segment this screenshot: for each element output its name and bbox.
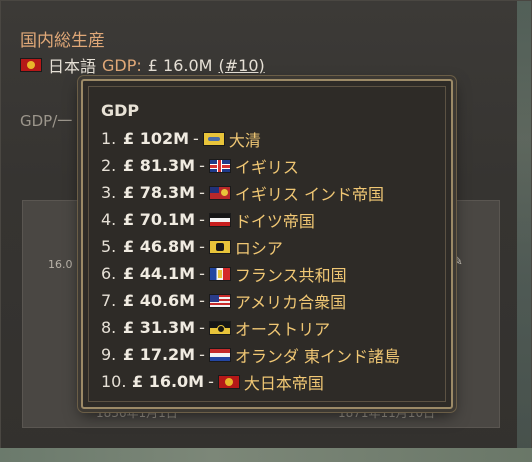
ranking-row: 9. £ 17.2M - オランダ 東インド諸島 (101, 341, 441, 368)
country-link[interactable]: ロシア (235, 235, 283, 259)
separator: - (199, 345, 205, 364)
rank-number: 3. (101, 183, 117, 202)
ranking-row: 5. £ 46.8M - ロシア (101, 233, 441, 260)
separator: - (199, 291, 205, 310)
gdp-amount: £ 70.1M (123, 210, 196, 229)
rank-number: 4. (101, 210, 117, 229)
gdp-amount: £ 46.8M (123, 237, 196, 256)
country-link[interactable]: フランス共和国 (235, 262, 347, 286)
rank-number: 7. (101, 291, 117, 310)
separator: - (193, 129, 199, 148)
france-flag-icon (208, 266, 231, 281)
russia-flag-icon (208, 239, 231, 254)
gdp-amount: £ 44.1M (123, 264, 196, 283)
rank-number: 5. (101, 237, 117, 256)
country-link[interactable]: ドイツ帝国 (235, 208, 315, 232)
netherlands-flag-icon (208, 347, 231, 362)
gdp-per-capita-label: GDP/一 (20, 112, 73, 130)
japan-flag-icon (20, 58, 42, 72)
country-gdp-line: 日本語 GDP: £ 16.0M (#10) (20, 54, 265, 76)
separator: - (199, 318, 205, 337)
rank-number: 1. (101, 129, 117, 148)
gdp-amount: £ 31.3M (123, 318, 196, 337)
japan-flag-icon (217, 374, 240, 389)
chart-y-tick: 16.0 (48, 258, 73, 271)
ranking-row: 3. £ 78.3M - イギリス インド帝国 (101, 179, 441, 206)
country-link[interactable]: 大清 (229, 127, 261, 151)
ranking-row: 10. £ 16.0M - 大日本帝国 (101, 368, 441, 395)
country-link[interactable]: オランダ 東インド諸島 (235, 343, 400, 367)
country-link[interactable]: オーストリア (235, 316, 330, 340)
rank-number: 8. (101, 318, 117, 337)
rank-number: 2. (101, 156, 117, 175)
separator: - (199, 237, 205, 256)
rank-number: 6. (101, 264, 117, 283)
ranking-row: 8. £ 31.3M - オーストリア (101, 314, 441, 341)
ranking-row: 7. £ 40.6M - アメリカ合衆国 (101, 287, 441, 314)
gdp-amount: £ 16.0M (132, 372, 205, 391)
germany-flag-icon (208, 212, 231, 227)
country-link[interactable]: イギリス (235, 154, 299, 178)
gdp-amount: £ 78.3M (123, 183, 196, 202)
ranking-row: 6. £ 44.1M - フランス共和国 (101, 260, 441, 287)
gdp-label: GDP: (102, 55, 142, 75)
separator: - (199, 183, 205, 202)
british-india-flag-icon (208, 185, 231, 200)
map-edge (0, 448, 532, 462)
ranking-row: 1. £ 102M - 大清 (101, 125, 441, 152)
separator: - (208, 372, 214, 391)
gdp-rank-link[interactable]: (#10) (218, 56, 264, 75)
separator: - (199, 156, 205, 175)
feather-icon: ✎ (452, 254, 463, 269)
ranking-row: 2. £ 81.3M - イギリス (101, 152, 441, 179)
gdp-amount: £ 102M (123, 129, 190, 148)
rank-number: 10. (101, 372, 127, 391)
gdp-amount: £ 81.3M (123, 156, 196, 175)
country-link[interactable]: アメリカ合衆国 (235, 289, 346, 313)
qing-flag-icon (202, 131, 225, 146)
austria-flag-icon (208, 320, 231, 335)
gdp-amount: £ 40.6M (123, 291, 196, 310)
uk-flag-icon (208, 158, 231, 173)
country-link[interactable]: イギリス インド帝国 (235, 181, 384, 205)
tooltip-title: GDP (101, 101, 140, 120)
separator: - (199, 264, 205, 283)
panel-title: 国内総生産 (20, 31, 105, 51)
ranking-list: 1. £ 102M - 大清 2. £ 81.3M - イギリス 3. £ 78… (101, 125, 441, 395)
separator: - (199, 210, 205, 229)
usa-flag-icon (208, 293, 231, 308)
gdp-amount: £ 17.2M (123, 345, 196, 364)
country-link[interactable]: 大日本帝国 (244, 370, 324, 394)
rank-number: 9. (101, 345, 117, 364)
ranking-row: 4. £ 70.1M - ドイツ帝国 (101, 206, 441, 233)
gdp-ranking-tooltip: GDP 1. £ 102M - 大清 2. £ 81.3M - イギリス 3. … (81, 79, 453, 409)
country-name: 日本語 (48, 57, 97, 76)
gdp-value: £ 16.0M (147, 55, 213, 75)
